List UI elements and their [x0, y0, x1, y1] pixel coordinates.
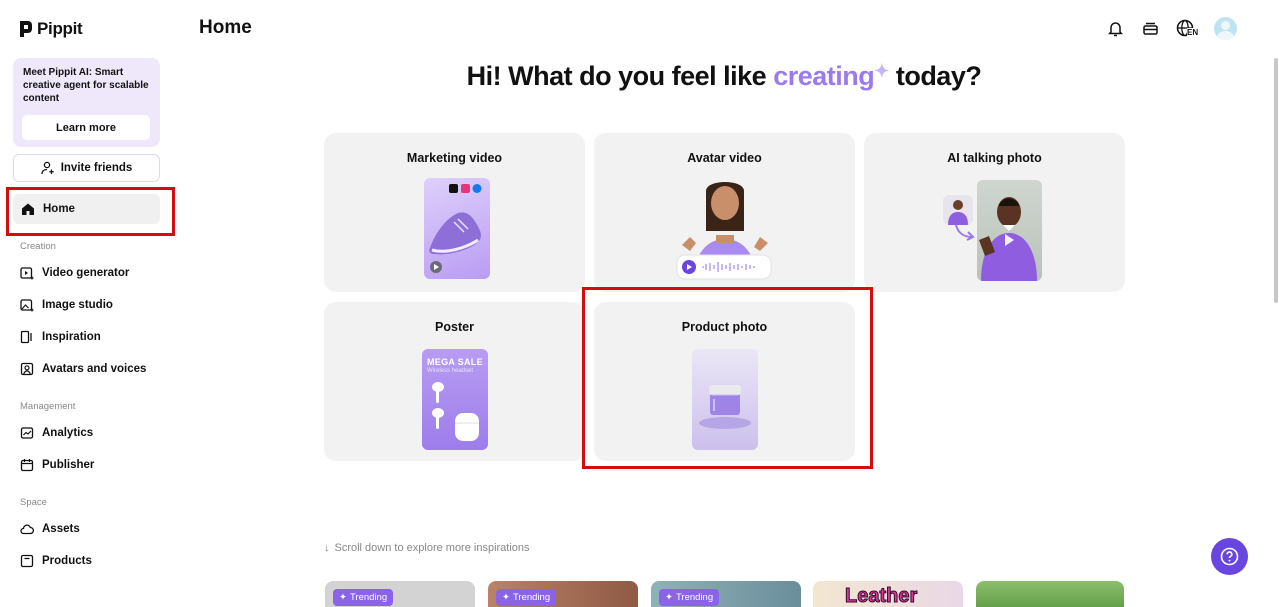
trending-badge: ✦ Trending — [333, 589, 394, 606]
arrow-icon — [955, 224, 975, 241]
sidebar-item-label: Image studio — [42, 299, 113, 311]
inspiration-tile[interactable]: ✦ Trending — [488, 581, 638, 607]
card-marketing-video[interactable]: Marketing video — [324, 133, 585, 292]
trending-label: Trending — [512, 592, 551, 603]
sidebar-item-label: Publisher — [42, 459, 95, 471]
user-avatar[interactable] — [1214, 17, 1237, 40]
app-name: Pippit — [37, 19, 83, 38]
card-title: Avatar video — [687, 151, 762, 165]
scrollbar[interactable] — [1274, 58, 1278, 303]
help-icon — [1220, 547, 1239, 566]
invite-friends-button[interactable]: Invite friends — [13, 154, 160, 182]
poster-headline: MEGA SALE — [427, 357, 483, 367]
section-space: Space — [20, 497, 47, 508]
scroll-hint: ↓ Scroll down to explore more inspiratio… — [324, 542, 530, 554]
inspiration-tile[interactable]: ✦ Trending — [325, 581, 475, 607]
inspiration-tile[interactable]: ✦ Trending — [651, 581, 801, 607]
pippit-logo-icon — [20, 21, 32, 37]
cloud-icon — [20, 524, 34, 535]
trending-label: Trending — [349, 592, 388, 603]
avatar-image — [676, 182, 772, 280]
talking-photo-small-thumbnail — [943, 195, 973, 225]
card-title: AI talking photo — [947, 151, 1042, 165]
calendar-icon — [20, 459, 34, 472]
card-ai-talking-photo[interactable]: AI talking photo — [864, 133, 1125, 292]
trending-badge: ✦ Trending — [659, 589, 720, 606]
section-creation: Creation — [20, 241, 56, 252]
image-studio-icon — [20, 299, 34, 312]
hero-heading: Hi! What do you feel like creating✦ toda… — [324, 61, 1124, 92]
learn-more-button[interactable]: Learn more — [22, 115, 150, 140]
hero-accent: creating — [773, 61, 875, 91]
sparkle-icon: ✦ — [874, 61, 889, 81]
poster-subtitle: Wireless headset — [427, 368, 474, 374]
page-title: Home — [199, 17, 252, 38]
section-management: Management — [20, 401, 76, 412]
sidebar-item-inspiration[interactable]: Inspiration — [20, 330, 101, 344]
inspiration-tile[interactable]: Leather — [813, 581, 963, 607]
sidebar-item-publisher[interactable]: Publisher — [20, 458, 94, 472]
card-title: Poster — [435, 320, 474, 334]
card-poster[interactable]: Poster MEGA SALE Wireless headset — [324, 302, 585, 461]
card-title: Marketing video — [406, 151, 503, 165]
person-image — [979, 197, 1037, 281]
header-toolbar: EN — [1106, 17, 1237, 40]
hero-suffix: today? — [888, 61, 982, 91]
sidebar-item-label: Assets — [42, 523, 80, 535]
sidebar-item-assets[interactable]: Assets — [20, 522, 80, 536]
subscription-icon[interactable] — [1141, 19, 1160, 38]
sidebar-item-label: Analytics — [42, 427, 94, 439]
video-generator-icon — [20, 267, 34, 280]
invite-friends-label: Invite friends — [60, 162, 133, 174]
sidebar-item-video-generator[interactable]: Video generator — [20, 266, 129, 280]
card-avatar-video[interactable]: Avatar video — [594, 133, 855, 292]
highlight-box-product-photo — [582, 287, 873, 469]
sparkle-icon: ✦ — [665, 592, 673, 603]
sidebar-item-label: Video generator — [42, 267, 130, 279]
sparkle-icon: ✦ — [502, 592, 510, 603]
promo-text: Meet Pippit AI: Smart creative agent for… — [23, 67, 149, 104]
arrow-down-icon: ↓ — [324, 542, 330, 554]
analytics-icon — [20, 427, 34, 439]
help-button[interactable] — [1211, 538, 1248, 575]
language-code: EN — [1187, 28, 1199, 37]
sidebar: Pippit Meet Pippit AI: Smart creative ag… — [0, 0, 173, 607]
add-user-icon — [41, 161, 54, 175]
avatar-voice-icon — [20, 362, 34, 376]
promo-card: Meet Pippit AI: Smart creative agent for… — [13, 58, 160, 147]
sidebar-item-label: Products — [42, 555, 92, 567]
leather-title: Leather — [844, 585, 918, 607]
inspiration-icon — [20, 330, 32, 344]
sidebar-item-label: Avatars and voices — [42, 363, 147, 375]
sidebar-item-analytics[interactable]: Analytics — [20, 426, 93, 440]
hero-prefix: Hi! What do you feel like — [466, 61, 774, 91]
sidebar-item-image-studio[interactable]: Image studio — [20, 298, 113, 312]
person-image — [948, 200, 968, 225]
language-selector[interactable]: EN — [1176, 19, 1199, 38]
scroll-hint-text: Scroll down to explore more inspirations — [334, 542, 530, 554]
avatar-video-thumbnail — [672, 175, 778, 292]
sidebar-item-avatars-voices[interactable]: Avatars and voices — [20, 362, 146, 376]
talking-photo-thumbnail — [977, 180, 1042, 281]
bell-icon[interactable] — [1106, 19, 1125, 38]
highlight-box-home — [6, 187, 175, 236]
sidebar-item-products[interactable]: Products — [20, 554, 92, 568]
earbuds-image — [432, 382, 479, 441]
pippit-logo[interactable]: Pippit — [19, 19, 83, 39]
product-box-icon — [20, 554, 34, 568]
trending-badge: ✦ Trending — [496, 589, 557, 606]
trending-label: Trending — [675, 592, 714, 603]
sidebar-item-label: Inspiration — [42, 331, 101, 343]
marketing-video-thumbnail — [424, 178, 490, 279]
sparkle-icon: ✦ — [339, 592, 347, 603]
sneaker-image — [429, 184, 482, 273]
inspiration-tile[interactable] — [976, 581, 1124, 607]
poster-thumbnail: MEGA SALE Wireless headset — [422, 349, 488, 450]
